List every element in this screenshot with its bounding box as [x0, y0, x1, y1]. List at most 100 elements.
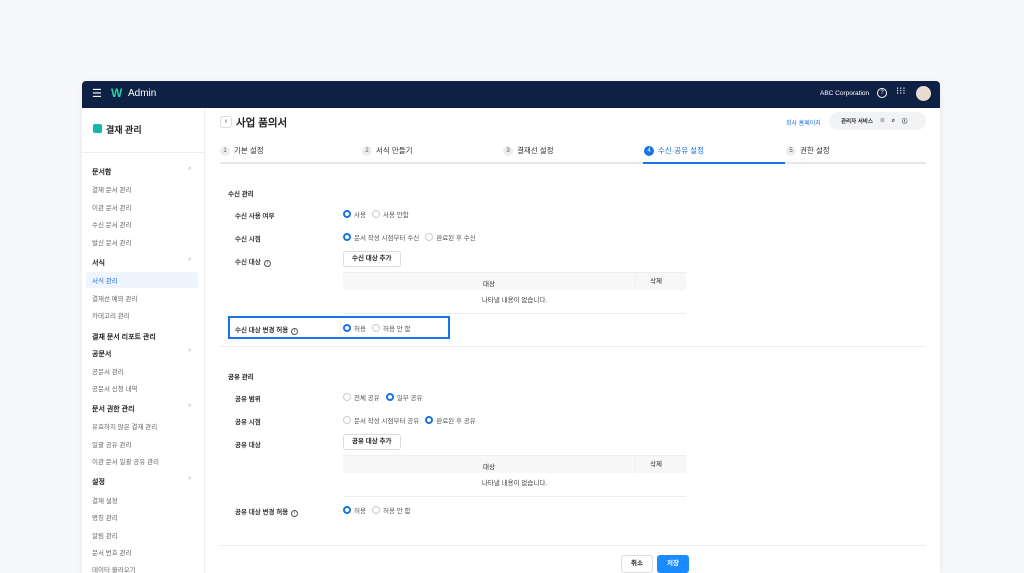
sidebar-item[interactable]: 카테고리 관리	[92, 310, 130, 320]
tab-form[interactable]: 2 서식 만들기	[362, 145, 413, 156]
cancel-button[interactable]: 취소	[621, 555, 653, 573]
sidebar-item[interactable]: 데이터 불러오기	[92, 564, 136, 573]
sidebar-item-active[interactable]: 서식 관리	[86, 272, 198, 288]
company-name[interactable]: ABC Corporation	[820, 90, 869, 97]
group-docbox[interactable]: 문서함	[92, 167, 111, 177]
share-change-label: 공유 대상 변경 허용 i	[235, 506, 299, 517]
tab-label: 기본 설정	[234, 146, 264, 155]
sidebar-item[interactable]: 이관 문서 일괄 공유 관리	[92, 456, 159, 466]
sidebar-item[interactable]: 공문서 관리	[92, 366, 124, 376]
section-title-share: 공유 관리	[228, 374, 254, 381]
col-target: 대상	[483, 464, 495, 471]
avatar[interactable]	[916, 86, 931, 101]
top-bar: ☰ W Admin ABC Corporation ? ⁝⁝⁝	[82, 81, 940, 108]
sidebar-item[interactable]: 명칭 관리	[92, 512, 118, 522]
tabs-track	[220, 162, 926, 164]
save-button[interactable]: 저장	[657, 555, 689, 573]
sidebar: 결재 관리 문서함 ^ 결재 문서 관리 이관 문서 관리 수신 문서 관리 발신…	[82, 108, 205, 573]
sidebar-item[interactable]: 이관 문서 관리	[92, 202, 132, 212]
sidebar-item[interactable]: 수신 문서 관리	[92, 219, 132, 229]
chevron-up-icon[interactable]: ^	[188, 167, 191, 174]
share-scope-label: 공유 범위	[235, 396, 261, 403]
share-scope-radio-group: 전체 공유 일부 공유	[343, 392, 422, 402]
receive-timing-label: 수신 시점	[235, 236, 261, 243]
receive-change-label: 수신 대상 변경 허용 i	[235, 324, 299, 335]
radio-share-partial[interactable]: 일부 공유	[385, 392, 422, 402]
sidebar-item[interactable]: 유효하지 않은 결재 관리	[92, 421, 157, 431]
col-delete: 삭제	[635, 456, 662, 473]
add-receive-target-button[interactable]: 수신 대상 추가	[343, 251, 401, 267]
col-target: 대상	[483, 281, 495, 288]
homepage-link[interactable]: 회사 홈페이지	[786, 118, 821, 127]
sidebar-item[interactable]: 일괄 공유 관리	[92, 439, 132, 449]
group-official[interactable]: 공문서	[92, 349, 111, 359]
app-window: ☰ W Admin ABC Corporation ? ⁝⁝⁝ 결재 관리 문서…	[82, 81, 940, 573]
search-icon[interactable]: ⌕	[892, 118, 895, 125]
sidebar-item[interactable]: 알림 관리	[92, 530, 118, 540]
chevron-up-icon[interactable]: ^	[188, 349, 191, 356]
apps-grid-icon[interactable]: ⁝⁝⁝	[896, 86, 906, 97]
sidebar-item[interactable]: 결재 문서 관리	[92, 184, 132, 194]
radio-share-allow[interactable]: 허용	[343, 505, 366, 515]
radio-allow[interactable]: 허용	[343, 323, 366, 333]
tab-basic[interactable]: 1 기본 설정	[220, 145, 264, 156]
main-content: ‹ 사업 품의서 회사 홈페이지 관리자 서비스 ⚙ ⌕ ⓘ 1 기본 설정 2서…	[205, 108, 940, 573]
sidebar-item[interactable]: 결재 설정	[92, 495, 118, 505]
share-change-radio-group: 허용 허용 안 함	[343, 505, 411, 515]
group-permission[interactable]: 문서 권한 관리	[92, 404, 135, 414]
tab-permission[interactable]: 5 권한 설정	[786, 145, 830, 156]
tab-approval-line[interactable]: 3 결재선 설정	[503, 145, 554, 156]
tab-number: 2	[362, 145, 372, 156]
tab-number: 4	[644, 145, 654, 156]
active-tab-indicator	[643, 162, 785, 164]
sidebar-item[interactable]: 문서 번호 관리	[92, 547, 132, 557]
sidebar-item[interactable]: 공문서 신청 내역	[92, 383, 137, 393]
group-form[interactable]: 서식	[92, 258, 105, 268]
add-share-target-button[interactable]: 공유 대상 추가	[343, 434, 401, 450]
group-settings[interactable]: 설정	[92, 477, 105, 487]
info-icon: i	[291, 510, 299, 517]
group-report[interactable]: 결재 문서 리포트 관리	[92, 332, 156, 342]
sidebar-item[interactable]: 결재선 예외 관리	[92, 293, 137, 303]
settings-icon[interactable]: ⚙	[880, 118, 885, 124]
radio-disallow[interactable]: 허용 안 함	[371, 323, 411, 333]
chevron-up-icon[interactable]: ^	[188, 477, 191, 484]
empty-message: 나타낼 내용이 없습니다.	[343, 290, 686, 314]
radio-share-from-draft[interactable]: 문서 작성 시점부터 공유	[343, 415, 419, 425]
divider	[220, 346, 926, 347]
help-icon[interactable]: ?	[877, 88, 887, 98]
radio-from-draft[interactable]: 문서 작성 시점부터 수신	[343, 232, 419, 242]
receive-use-label: 수신 사용 여부	[235, 213, 275, 220]
receive-target-label: 수신 대상 i	[235, 256, 271, 267]
radio-share-all[interactable]: 전체 공유	[343, 392, 380, 402]
col-delete: 삭제	[635, 273, 662, 290]
back-button[interactable]: ‹	[220, 116, 232, 128]
chevron-up-icon[interactable]: ^	[188, 258, 191, 265]
admin-service-button[interactable]: 관리자 서비스	[841, 117, 873, 125]
admin-service-bar: 관리자 서비스 ⚙ ⌕ ⓘ	[829, 112, 926, 130]
approval-icon	[93, 124, 102, 133]
share-target-table: 대상 삭제 나타낼 내용이 없습니다.	[343, 455, 686, 497]
sidebar-item[interactable]: 발신 문서 관리	[92, 237, 132, 247]
radio-share-disallow[interactable]: 허용 안 함	[371, 505, 411, 515]
empty-message: 나타낼 내용이 없습니다.	[343, 473, 686, 497]
tab-label: 서식 만들기	[376, 146, 413, 155]
info-icon: i	[291, 328, 299, 335]
chevron-up-icon[interactable]: ^	[188, 404, 191, 411]
tab-number: 1	[220, 145, 230, 156]
share-timing-label: 공유 시점	[235, 419, 261, 426]
radio-after-complete[interactable]: 완료된 후 수신	[425, 232, 476, 242]
share-target-label: 공유 대상	[235, 442, 261, 449]
receive-timing-radio-group: 문서 작성 시점부터 수신 완료된 후 수신	[343, 232, 476, 242]
radio-not-use[interactable]: 사용 안함	[371, 209, 409, 219]
radio-share-after-complete[interactable]: 완료된 후 공유	[425, 415, 476, 425]
tab-label: 권한 설정	[800, 146, 830, 155]
tab-number: 5	[786, 145, 796, 156]
tab-label: 결재선 설정	[517, 146, 554, 155]
info-icon[interactable]: ⓘ	[902, 117, 908, 125]
radio-use[interactable]: 사용	[343, 209, 366, 219]
menu-icon[interactable]: ☰	[92, 87, 102, 100]
tab-receive-share[interactable]: 4 수신·공유 설정	[644, 145, 704, 156]
receive-change-radio-group: 허용 허용 안 함	[343, 323, 411, 333]
page-title: 사업 품의서	[236, 117, 288, 129]
